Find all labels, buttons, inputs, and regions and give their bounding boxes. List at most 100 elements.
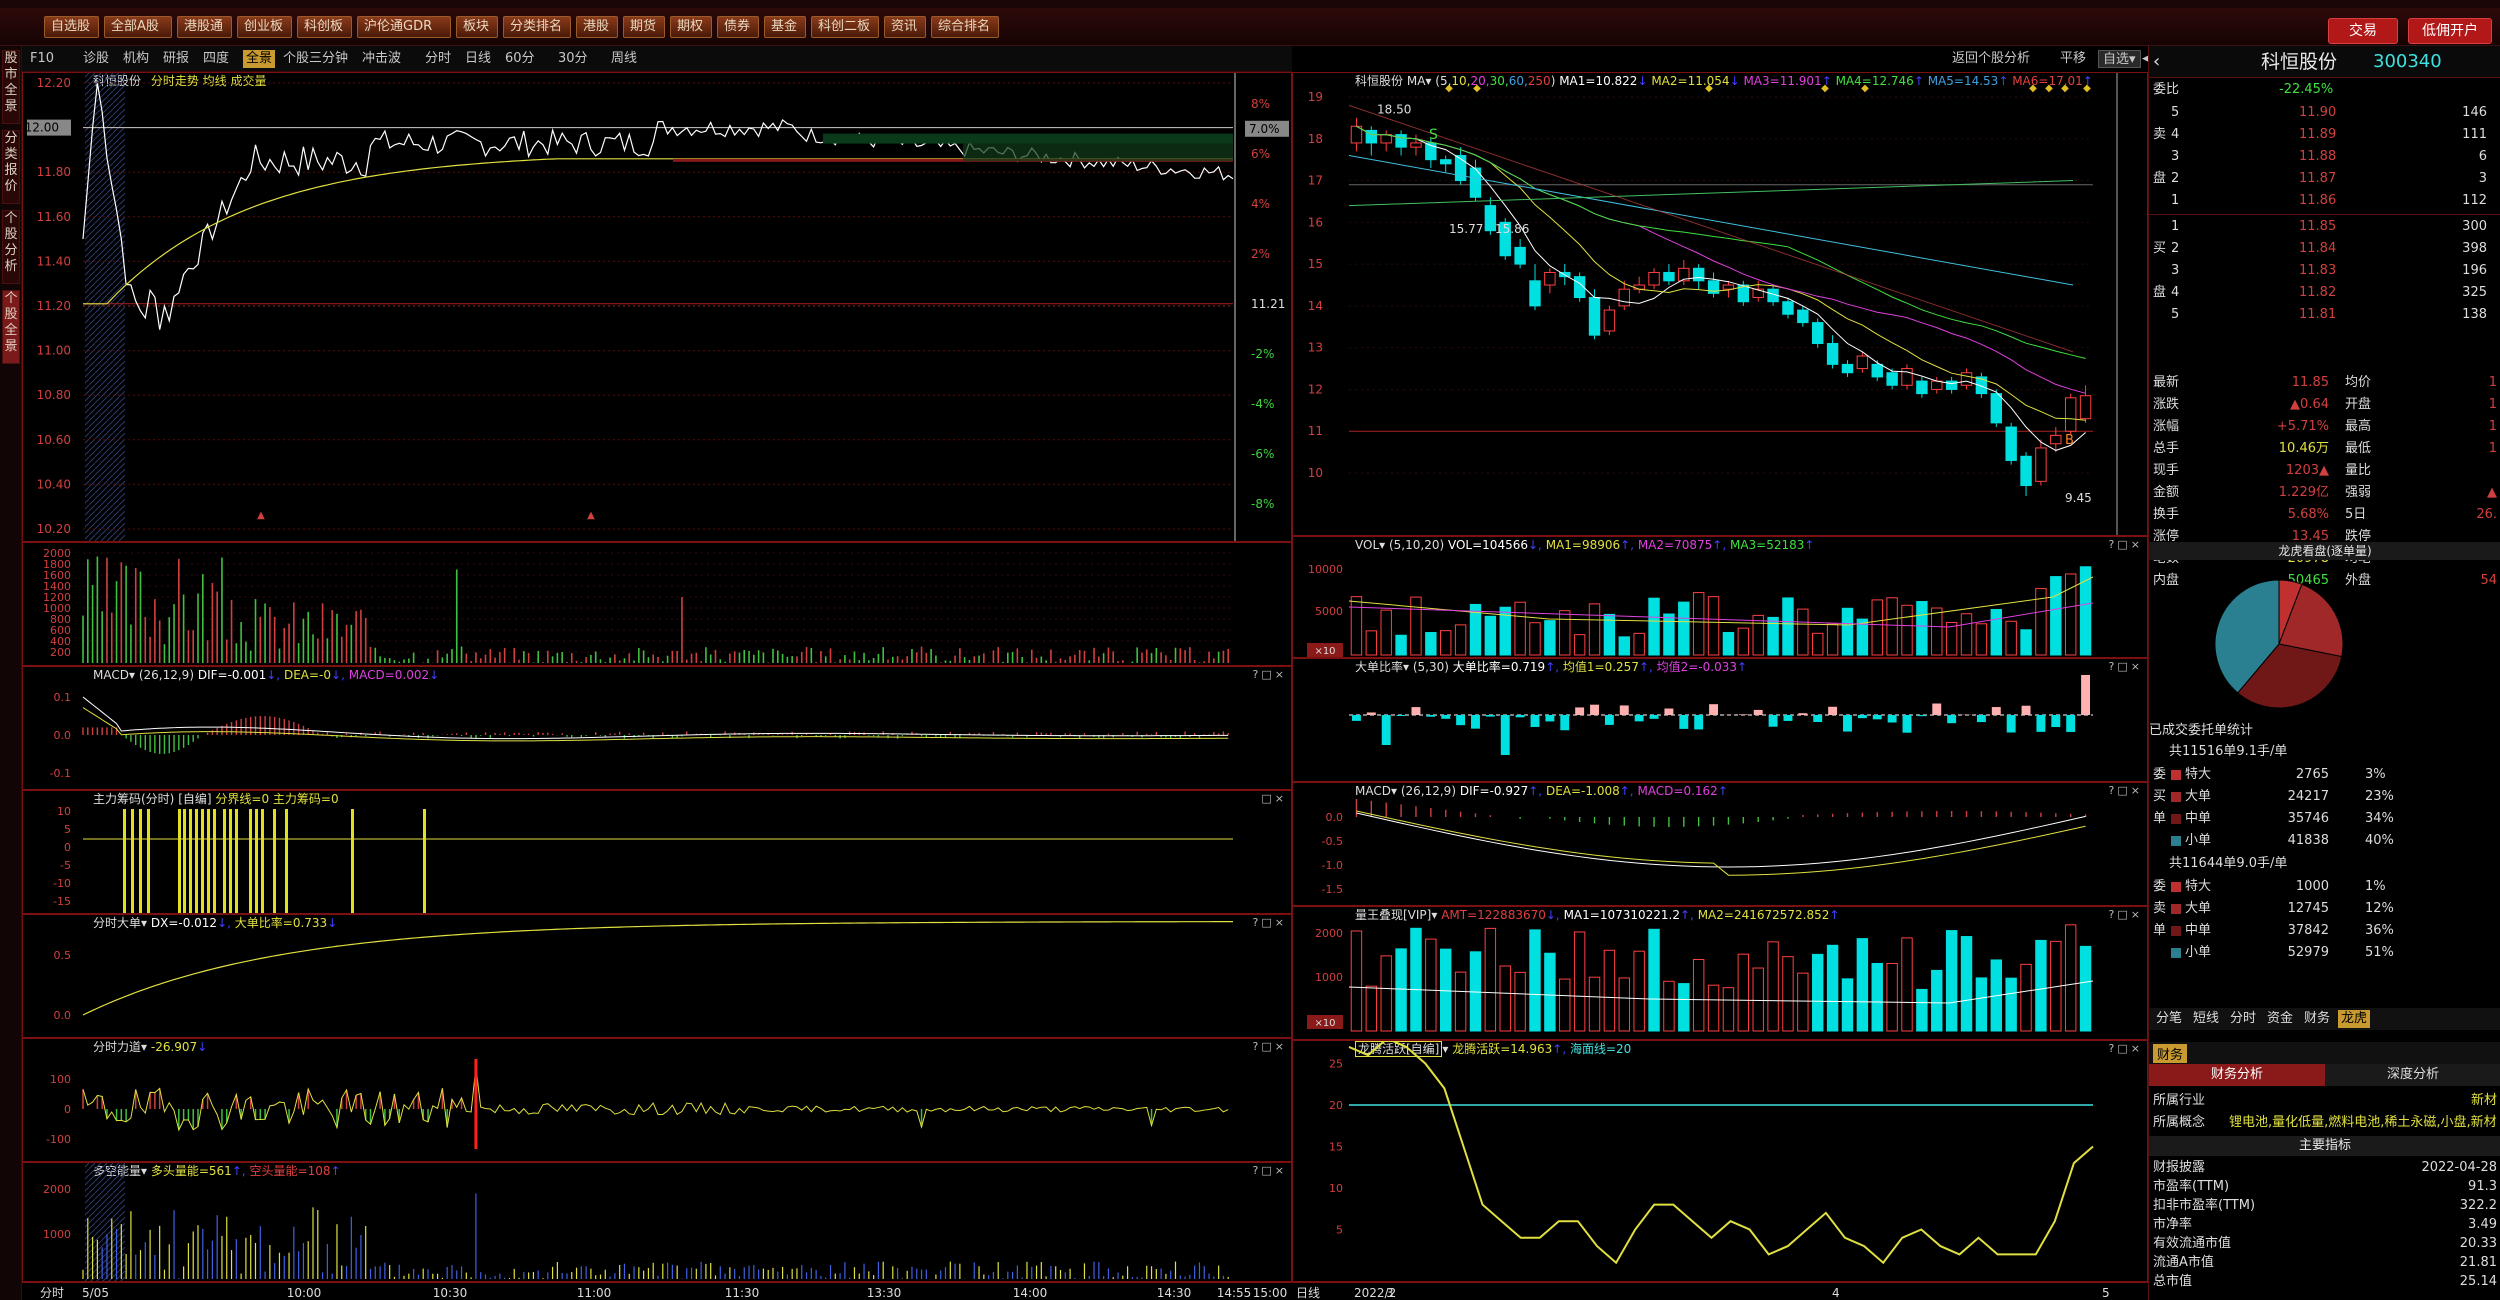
toolbar-button-6[interactable]: 板块 [456, 16, 498, 38]
toolbar-button-4[interactable]: 科创板 [297, 16, 352, 38]
bid-band [823, 133, 1233, 144]
traded-row: 小单 52979 51% [2149, 942, 2500, 964]
toolbar-button-11[interactable]: 债券 [717, 16, 759, 38]
toolbar-button-label: 自选股 [51, 19, 91, 34]
traded-side: 单 [2153, 811, 2167, 826]
chips-tick: 5 [64, 823, 71, 836]
indicator-row: 流通A市值 21.81 [2149, 1253, 2500, 1272]
toolbar-button-5[interactable]: 沪伦通GDR [357, 16, 451, 38]
toolbar-button-15[interactable]: 综合排名 [931, 16, 999, 38]
tab-研报[interactable]: 研报 [163, 50, 189, 68]
toolbar-button-2[interactable]: 港股通 [177, 16, 232, 38]
tab-back-to-analysis[interactable]: 返回个股分析 [1952, 50, 2030, 68]
marker: ▲ [257, 510, 265, 521]
toolbar-button-7[interactable]: 分类排名 [503, 16, 571, 38]
quote-tab-分笔[interactable]: 分笔 [2153, 1010, 2185, 1028]
sidetab-0[interactable]: 股市全景 [2, 50, 20, 124]
tab-watchlist[interactable]: 自选▾ [2098, 50, 2141, 68]
tab-finance[interactable]: 财务 [2153, 1044, 2188, 1063]
dvol-bar [1365, 630, 1378, 656]
tab-30分[interactable]: 30分 [558, 50, 588, 68]
quote-tab-短线[interactable]: 短线 [2190, 1010, 2222, 1028]
amt-bar [1469, 951, 1482, 1032]
tab-fin-analysis[interactable]: 财务分析 [2149, 1064, 2325, 1086]
stat-value-2: 1 [2488, 419, 2497, 434]
pct-tick: 11.21 [1251, 297, 1285, 311]
bid-price: 11.81 [2299, 307, 2337, 322]
amt-bar [1499, 965, 1511, 1032]
toolbar-button-13[interactable]: 科创二板 [811, 16, 879, 38]
kline-price-tick: 13 [1308, 341, 1323, 355]
dbig-bar [1798, 713, 1808, 715]
dvol-bar [1514, 601, 1526, 656]
quote-tab-龙虎[interactable]: 龙虎 [2338, 1010, 2371, 1028]
amt-tick: 1000 [1315, 971, 1343, 984]
amt-bar [1752, 967, 1764, 1032]
time-tick: 5/05 [82, 1286, 109, 1300]
tab-deep-analysis[interactable]: 深度分析 [2325, 1064, 2500, 1086]
stat-label-2: 强弱 [2345, 485, 2372, 500]
tab-机构[interactable]: 机构 [123, 50, 149, 68]
chips-bar [201, 809, 204, 913]
tab-日线[interactable]: 日线 [465, 50, 491, 68]
candle-body [1812, 322, 1824, 344]
toolbar-button-10[interactable]: 期权 [670, 16, 712, 38]
stat-row: 总手 10.46万 最低 1 [2149, 438, 2500, 460]
candle-body [1529, 280, 1541, 307]
dvol-bar [2050, 576, 2062, 656]
indicator-row: 财报披露 2022-04-28 [2149, 1158, 2500, 1177]
dvol-tick: 5000 [1315, 605, 1343, 618]
ask-volume: 111 [2462, 127, 2487, 142]
stat-value: +5.71% [2276, 419, 2329, 434]
quote-tab-财务[interactable]: 财务 [2301, 1010, 2333, 1028]
sidetab-2[interactable]: 个股分析 [2, 210, 20, 284]
stat-label: 换手 [2153, 507, 2180, 522]
tab-全景[interactable]: 全景 [243, 50, 276, 68]
toolbar-button-0[interactable]: 自选股 [44, 16, 99, 38]
event-diamond: ◆ [2045, 83, 2053, 94]
concept-value: 锂电池,量化低量,燃料电池,稀土永磁,小盘,新材 [2229, 1115, 2497, 1130]
weibi-row: 委比 -22.45% [2149, 80, 2500, 100]
tab-分时[interactable]: 分时 [425, 50, 451, 68]
candle-body [1871, 363, 1883, 378]
dvol-bar [1425, 632, 1437, 656]
toolbar-button-14[interactable]: 资讯 [884, 16, 926, 38]
dbig-bar [1634, 715, 1644, 722]
toolbar-button-3[interactable]: 创业板 [237, 16, 292, 38]
quote-tab-资金[interactable]: 资金 [2264, 1010, 2296, 1028]
ask-price: 11.89 [2299, 127, 2337, 142]
toolbar-button-1[interactable]: 全部A股 [104, 16, 172, 38]
tab-周线[interactable]: 周线 [611, 50, 637, 68]
dvol-bar [1916, 601, 1928, 656]
indicator-label: 扣非市盈率(TTM) [2153, 1198, 2256, 1213]
annot-buy: B [2065, 433, 2074, 448]
tab-诊股[interactable]: 诊股 [83, 50, 109, 68]
energy-tick: 1000 [43, 1228, 71, 1241]
quote-tab-分时[interactable]: 分时 [2227, 1010, 2259, 1028]
dvol-bar [1678, 601, 1690, 656]
tab-F10[interactable]: F10 [30, 50, 54, 68]
toolbar-button-12[interactable]: 基金 [764, 16, 806, 38]
toolbar-button-9[interactable]: 期货 [623, 16, 665, 38]
tab-个股三分钟[interactable]: 个股三分钟 [283, 50, 348, 68]
amt-bar [1692, 958, 1705, 1032]
tab-四度[interactable]: 四度 [203, 50, 229, 68]
tab-冲击波[interactable]: 冲击波 [362, 50, 401, 68]
trade-button[interactable]: 交易 [2328, 18, 2398, 44]
amt-bar [2064, 924, 2077, 1032]
tab-60分[interactable]: 60分 [505, 50, 535, 68]
daily-amt-panel: 量王叠现[VIP]▾ AMT=122883670↓, MA1=107310221… [1292, 906, 2148, 1040]
toolbar-button-8[interactable]: 港股 [576, 16, 618, 38]
open-account-button[interactable]: 低佣开户 [2408, 18, 2492, 44]
tab-pan[interactable]: 平移 [2060, 50, 2086, 68]
macd-tick: -0.1 [50, 767, 71, 780]
price-tick: 10.20 [37, 522, 71, 536]
sidetab-1[interactable]: 分类报价 [2, 130, 20, 204]
amt-bar [1544, 952, 1556, 1032]
sidetab-3[interactable]: 个股全景 [2, 290, 20, 364]
industry-label: 所属行业 [2153, 1093, 2206, 1108]
back-icon[interactable]: ‹ [2153, 46, 2160, 78]
dbig-bar [1649, 715, 1659, 719]
intraday-time-axis: 分时 5/05 10:00 10:30 11:00 11:30 13:30 14:00 14:3… [22, 1282, 1292, 1300]
daily-dragon-panel: 龙腾活跃[自编] ▾ 龙腾活跃=14.963↑, 海面线=20 ?□× 25 20 1… [1292, 1040, 2148, 1282]
